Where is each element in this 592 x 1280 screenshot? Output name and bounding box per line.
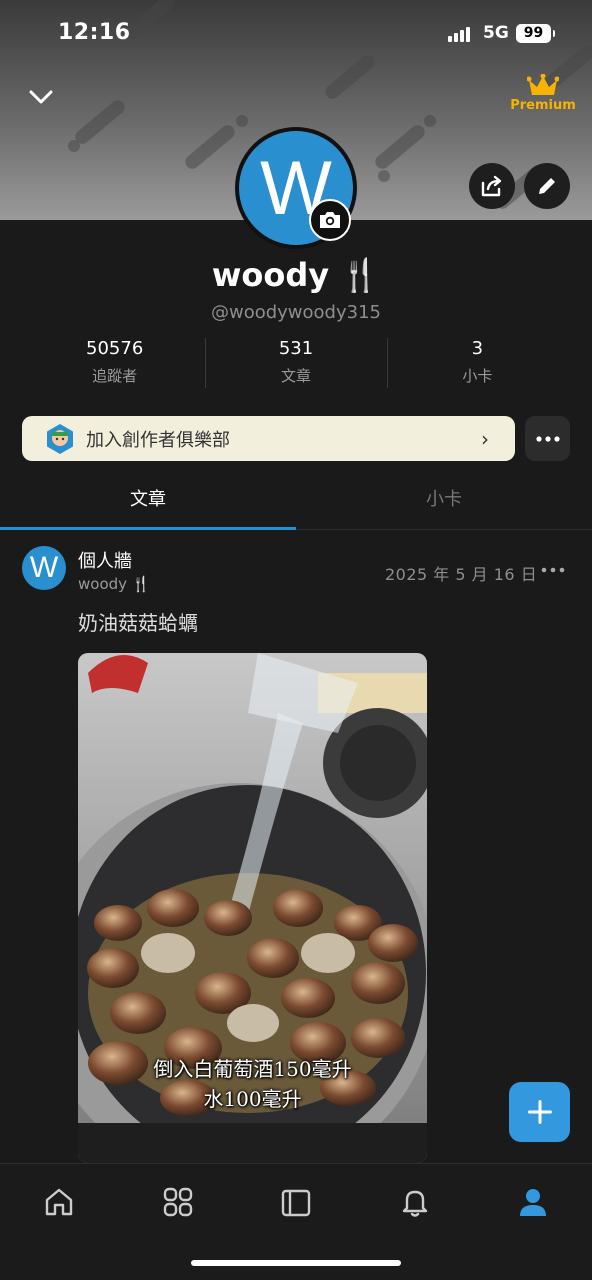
collapse-chevron-icon[interactable] [26,82,56,112]
tab-cards[interactable]: 小卡 [296,478,592,529]
profile-stats: 50576 追蹤者 531 文章 3 小卡 [24,338,568,390]
cards-icon [281,1189,311,1217]
stat-cards[interactable]: 3 小卡 [386,338,568,390]
chevron-right-icon: › [481,426,489,451]
post-image[interactable]: 倒入白葡萄酒150毫升 水100毫升 [78,653,427,1163]
nav-boards[interactable] [158,1182,198,1222]
stat-value: 50576 [86,338,144,359]
network-type: 5G [483,23,509,43]
creator-club-icon [47,423,73,454]
plus-icon [527,1100,552,1124]
signal-icon [448,26,474,42]
home-indicator [191,1260,401,1266]
more-icon [535,435,560,442]
change-avatar-button[interactable] [309,199,351,241]
more-icon [541,567,565,573]
profile-icon [520,1189,546,1216]
premium-badge[interactable]: Premium [510,74,576,113]
profile-tabs: 文章 小卡 [0,478,592,530]
nav-profile[interactable] [513,1182,553,1222]
share-button[interactable] [469,163,515,209]
grid-icon [163,1187,193,1217]
post-author[interactable]: woody 🍴 [78,575,150,593]
battery-icon: 99 [516,24,555,43]
premium-label: Premium [510,98,576,113]
edit-button[interactable] [524,163,570,209]
status-bar: 12:16 5G 99 [0,0,592,64]
stat-label: 文章 [280,367,311,385]
join-creator-club-button[interactable]: 加入創作者俱樂部 › [22,416,515,461]
stat-value: 3 [471,338,484,359]
nav-cards[interactable] [276,1182,316,1222]
creator-club-label: 加入創作者俱樂部 [86,429,230,451]
post-title[interactable]: 奶油菇菇蛤蠣 [78,607,198,636]
profile-more-button[interactable] [525,416,570,461]
pencil-icon [539,178,555,194]
profile-name: woody 🍴 [211,256,381,294]
status-time: 12:16 [58,20,131,45]
stat-articles[interactable]: 531 文章 [205,338,386,390]
camera-icon [320,212,340,228]
stat-label: 追蹤者 [92,367,138,385]
nav-home[interactable] [39,1182,79,1222]
crown-icon [527,74,559,95]
post-author-avatar[interactable]: W [22,546,66,590]
stat-label: 小卡 [462,367,493,385]
stat-value: 531 [278,338,314,359]
photo-caption-line1: 倒入白葡萄酒150毫升 [153,1057,352,1081]
bell-icon [402,1190,428,1217]
stat-followers[interactable]: 50576 追蹤者 [24,338,205,390]
nav-notifications[interactable] [395,1182,435,1222]
share-icon [481,175,502,197]
post-board[interactable]: 個人牆 [78,547,132,573]
post-more-button[interactable] [540,560,566,580]
tab-articles[interactable]: 文章 [0,478,296,530]
create-post-button[interactable] [509,1082,570,1142]
photo-caption-line2: 水100毫升 [203,1087,302,1111]
home-icon [45,1188,73,1216]
profile-handle: @woodywoody315 [210,302,381,323]
post-date: 2025 年 5 月 16 日 [385,565,538,584]
